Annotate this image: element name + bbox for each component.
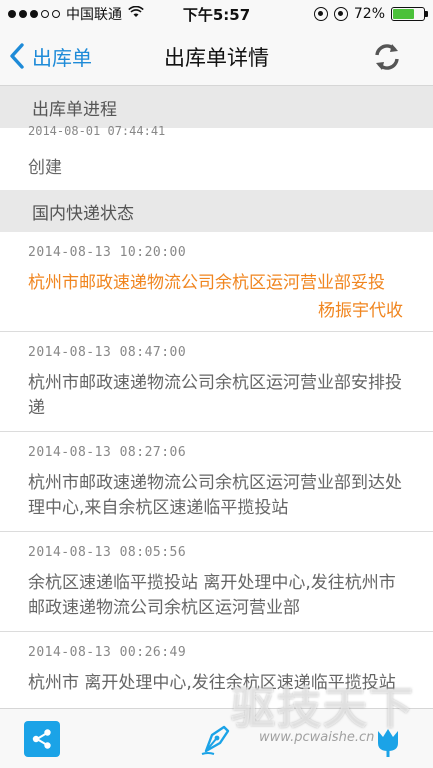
status-right: 72% <box>275 6 428 22</box>
wifi-icon <box>128 5 144 22</box>
order-detail-content[interactable]: 出库单进程 2014-08-01 07:44:41 创建 国内快递状态 2014… <box>0 86 433 706</box>
battery-fill <box>393 9 415 19</box>
page-title: 出库单详情 <box>164 46 269 70</box>
tracking-time: 2014-08-13 08:27:06 <box>28 445 187 460</box>
pen-nib-icon[interactable] <box>196 721 236 757</box>
alarm-icon <box>333 7 348 21</box>
progress-status: 创建 <box>28 158 62 178</box>
signal-strength-icon <box>8 10 60 18</box>
section-header-express: 国内快递状态 <box>0 190 433 232</box>
tracking-text: 余杭区速递临平揽投站 离开处理中心,发往杭州市邮政速递物流公司余杭区运河营业部 <box>28 573 396 618</box>
carrier-name: 中国联通 <box>66 7 122 23</box>
tracking-item: 2014-08-13 08:05:56 余杭区速递临平揽投站 离开处理中心,发往… <box>0 532 433 632</box>
navigation-bar: 出库单 出库单详情 <box>0 28 433 86</box>
orientation-lock-icon <box>313 7 328 21</box>
tracking-text: 杭州市邮政速递物流公司余杭区运河营业部到达处理中心,来自余杭区速递临平揽投站 <box>28 473 402 518</box>
status-left: 中国联通 <box>8 4 158 24</box>
tracking-text: 杭州市 离开处理中心,发往余杭区速递临平揽投站 <box>28 673 396 693</box>
share-icon <box>32 729 51 749</box>
tracking-text: 杭州市邮政速递物流公司余杭区运河营业部安排投递 <box>28 373 402 418</box>
tracking-time: 2014-08-13 08:47:00 <box>28 345 187 360</box>
progress-time: 2014-08-01 07:44:41 <box>28 124 166 138</box>
refresh-icon[interactable] <box>371 41 403 73</box>
share-button[interactable] <box>24 721 60 757</box>
bottom-toolbar <box>0 708 433 768</box>
tracking-signer: 杨振宇代收 <box>318 301 403 321</box>
section-header-progress: 出库单进程 <box>0 86 433 128</box>
tulip-icon[interactable] <box>370 723 406 759</box>
battery-icon <box>391 7 428 21</box>
tracking-item: 2014-08-13 00:26:49 杭州市 离开处理中心,发往余杭区速递临平… <box>0 632 433 706</box>
tracking-item: 2014-08-13 08:47:00 杭州市邮政速递物流公司余杭区运河营业部安… <box>0 332 433 432</box>
tracking-item: 2014-08-13 10:20:00 杭州市邮政速递物流公司余杭区运河营业部妥… <box>0 232 433 332</box>
tracking-time: 2014-08-13 10:20:00 <box>28 245 187 260</box>
status-bar: 中国联通 下午5:57 72% <box>0 0 433 28</box>
battery-percent: 72% <box>353 6 385 22</box>
progress-entry: 2014-08-01 07:44:41 创建 <box>0 124 433 190</box>
tracking-item: 2014-08-13 08:27:06 杭州市邮政速递物流公司余杭区运河营业部到… <box>0 432 433 532</box>
tracking-text: 杭州市邮政速递物流公司余杭区运河营业部妥投 <box>28 273 385 293</box>
tracking-time: 2014-08-13 08:05:56 <box>28 545 187 560</box>
status-time: 下午5:57 <box>182 5 251 24</box>
tracking-time: 2014-08-13 00:26:49 <box>28 645 187 660</box>
